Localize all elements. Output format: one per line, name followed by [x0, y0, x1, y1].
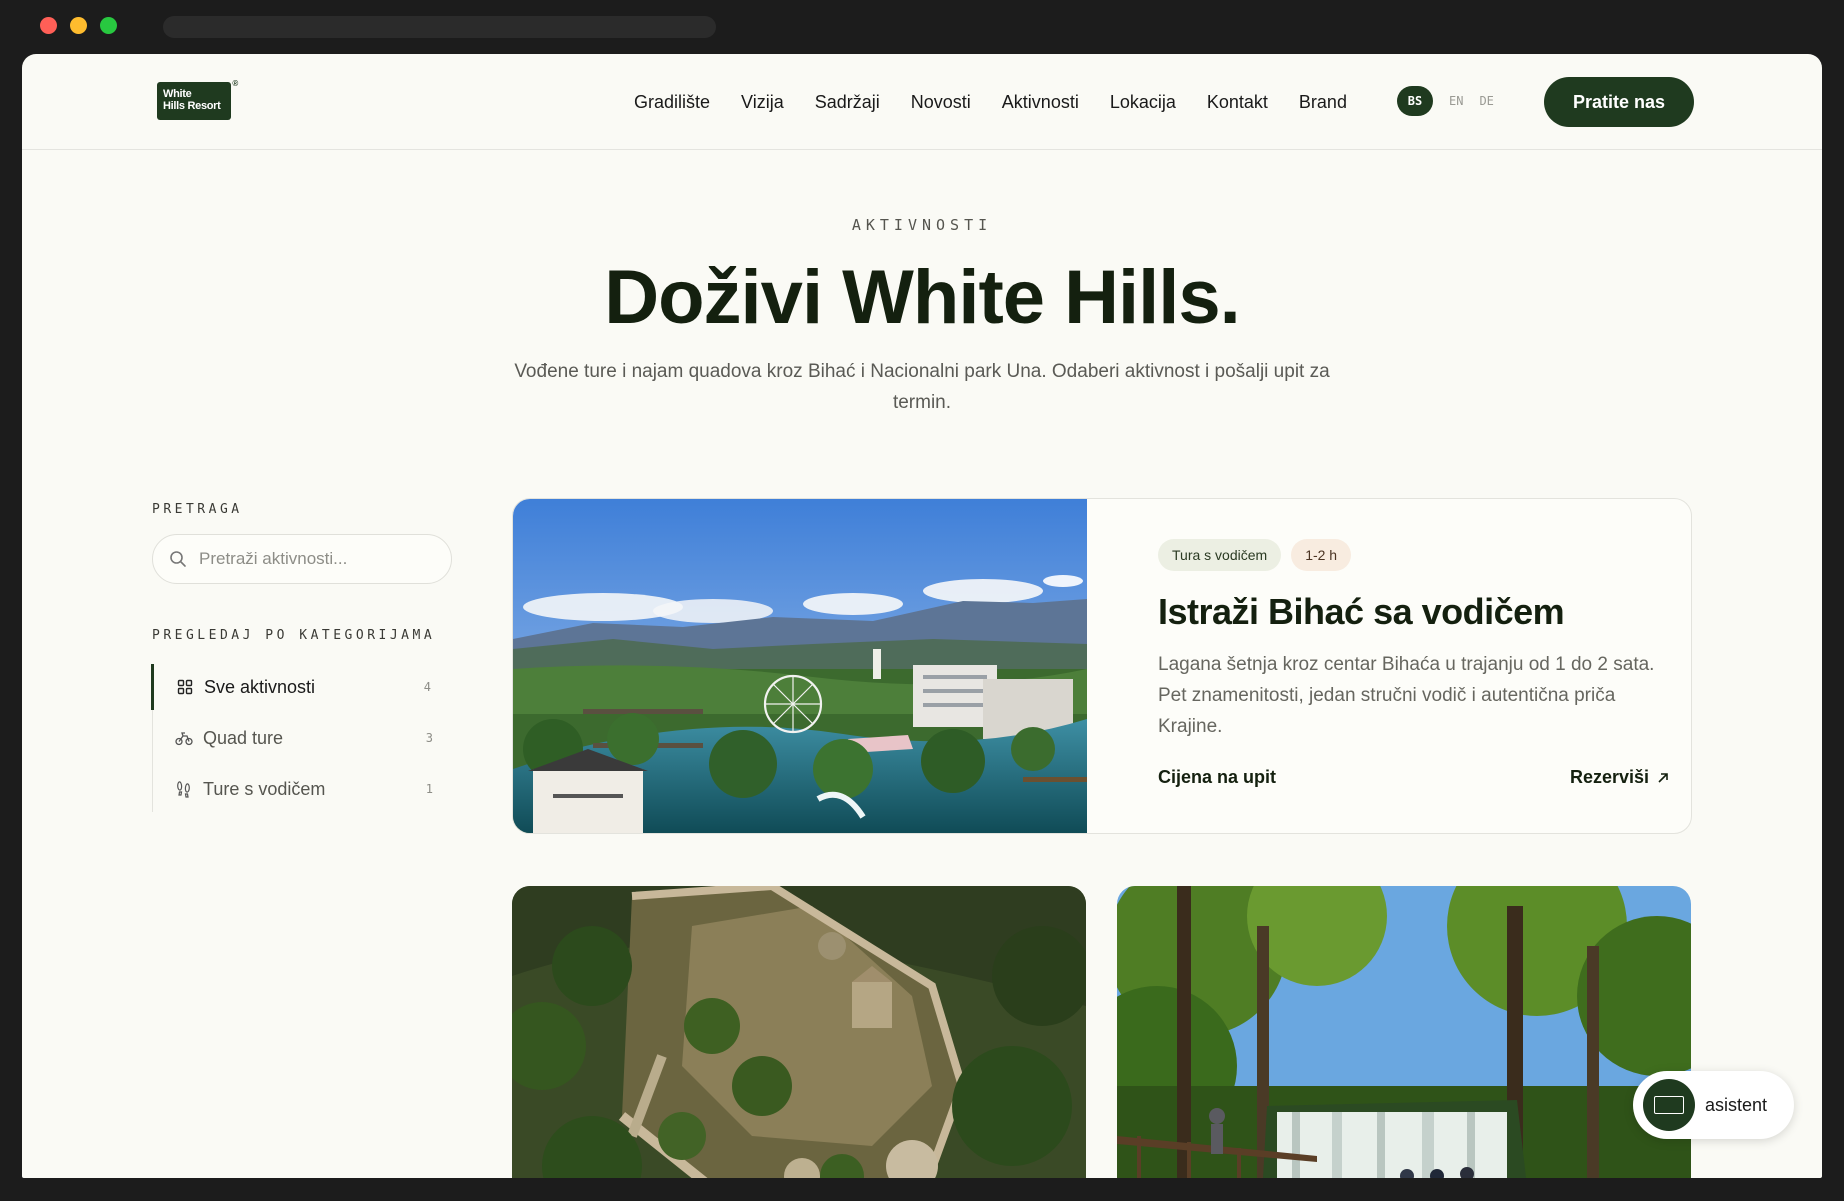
category-count: 1 [425, 782, 433, 796]
categories-label: PREGLEDAJ PO KATEGORIJAMA [152, 628, 436, 643]
featured-price: Cijena na upit [1158, 767, 1277, 787]
category-list: Sve aktivnosti 4 Quad ture 3 Ture s vodi… [151, 664, 452, 812]
activity-card-waterfall[interactable] [1117, 886, 1691, 1178]
lang-de[interactable]: DE [1479, 94, 1493, 108]
search-icon [170, 551, 186, 567]
site-header: White Hills Resort ® Gradilište Vizija S… [22, 54, 1822, 150]
close-window-button[interactable] [40, 17, 57, 34]
search-label: PRETRAGA [152, 502, 243, 517]
assistant-label: asistent [1705, 1094, 1768, 1115]
nav-sadrzaji[interactable]: Sadržaji [815, 92, 880, 113]
language-switcher: BS EN DE [1397, 86, 1494, 116]
book-link[interactable]: Rezerviši [1570, 767, 1669, 788]
logo-text-line2: Hills Resort [163, 100, 221, 112]
featured-description: Lagana šetnja kroz centar Bihaća u traja… [1158, 654, 1655, 737]
nav-lokacija[interactable]: Lokacija [1110, 92, 1176, 113]
category-quad[interactable]: Quad ture 3 [153, 715, 443, 761]
category-label: Ture s vodičem [203, 778, 326, 799]
nav-kontakt[interactable]: Kontakt [1207, 92, 1268, 113]
book-label: Rezerviši [1570, 767, 1650, 787]
nav-gradiliste[interactable]: Gradilište [634, 92, 710, 113]
lang-bs[interactable]: BS [1397, 86, 1433, 116]
nav-brand[interactable]: Brand [1299, 92, 1347, 113]
featured-title[interactable]: Istraži Bihać sa vodičem [1158, 591, 1565, 633]
footprints-icon [175, 780, 193, 798]
activity-card-fortress[interactable] [512, 886, 1086, 1178]
assistant-logo-icon [1654, 1096, 1684, 1114]
quad-icon [175, 729, 193, 747]
category-label: Sve aktivnosti [204, 676, 316, 697]
registered-mark: ® [232, 79, 238, 88]
address-bar[interactable] [163, 16, 716, 38]
nav-aktivnosti[interactable]: Aktivnosti [1002, 92, 1079, 113]
bihac-river-city-photo [513, 499, 1087, 833]
grid-icon [176, 678, 194, 696]
hero-eyebrow: AKTIVNOSTI [851, 216, 993, 234]
hero-subtitle: Vođene ture i najam quadova kroz Bihać i… [514, 361, 1330, 413]
browser-viewport: White Hills Resort ® Gradilište Vizija S… [22, 54, 1822, 1178]
logo[interactable]: White Hills Resort ® [157, 79, 238, 120]
category-guided[interactable]: Ture s vodičem 1 [153, 766, 443, 812]
main-nav: Gradilište Vizija Sadržaji Novosti Aktiv… [634, 54, 1347, 150]
nav-novosti[interactable]: Novosti [911, 92, 971, 113]
search-box [152, 534, 452, 584]
category-label: Quad ture [203, 727, 284, 748]
category-badge: Tura s vodičem [1158, 539, 1282, 571]
featured-activity-card[interactable]: Tura s vodičem 1-2 h Istraži Bihać sa vo… [512, 498, 1692, 834]
category-all[interactable]: Sve aktivnosti 4 [151, 664, 441, 710]
fortress-aerial-photo [512, 886, 1086, 1178]
nav-vizija[interactable]: Vizija [741, 92, 784, 113]
duration-badge: 1-2 h [1291, 539, 1352, 571]
minimize-window-button[interactable] [70, 17, 87, 34]
featured-badges: Tura s vodičem 1-2 h [1158, 539, 1352, 571]
lang-en[interactable]: EN [1449, 94, 1463, 108]
window-controls [40, 17, 117, 34]
assistant-avatar [1643, 1079, 1695, 1131]
page-title: Doživi White Hills. [604, 255, 1241, 340]
maximize-window-button[interactable] [100, 17, 117, 34]
assistant-chat-button[interactable]: asistent [1633, 1071, 1794, 1139]
logo-text-line1: White [163, 88, 192, 100]
category-count: 3 [425, 731, 433, 745]
category-count: 4 [423, 680, 431, 694]
search-input[interactable] [199, 549, 429, 569]
arrow-up-right-icon [1658, 772, 1668, 783]
follow-us-button[interactable]: Pratite nas [1544, 77, 1694, 127]
waterfall-forest-photo [1117, 886, 1691, 1178]
